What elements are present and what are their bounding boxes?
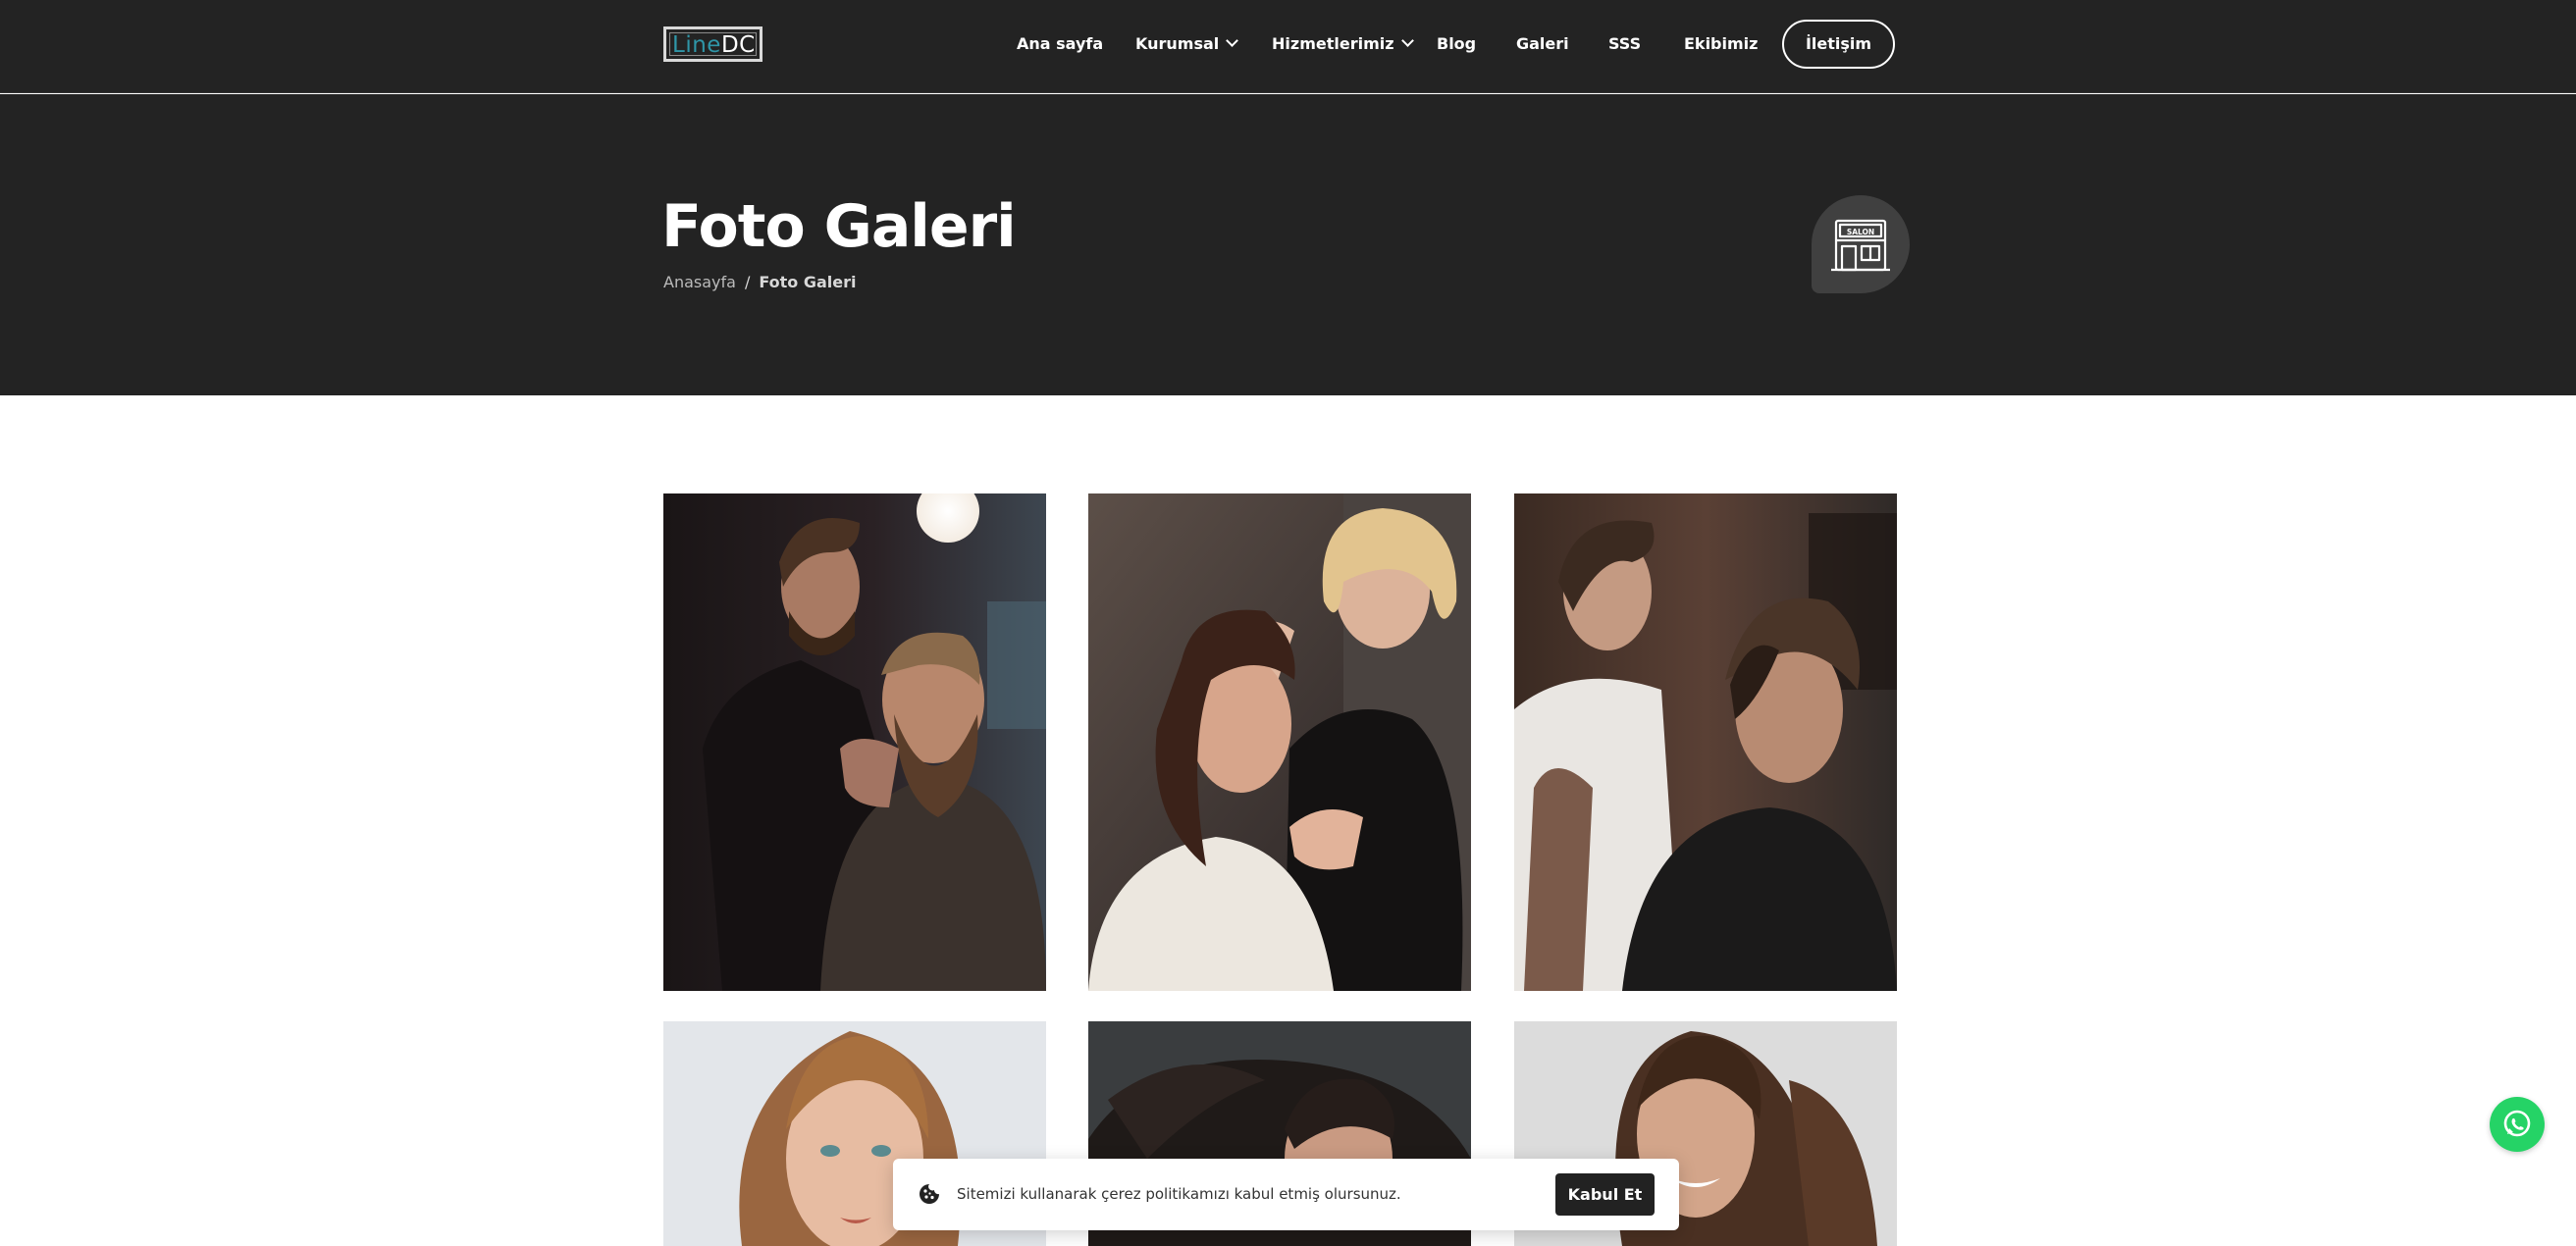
nav-item-blog[interactable]: Blog bbox=[1437, 22, 1476, 67]
salon-storefront-icon: SALON bbox=[1831, 219, 1890, 272]
nav-item-home[interactable]: Ana sayfa bbox=[1017, 22, 1103, 67]
breadcrumb-separator: / bbox=[744, 273, 751, 291]
nav-item-hizmetlerimiz[interactable]: Hizmetlerimiz bbox=[1272, 22, 1414, 67]
logo-wordmark: LineDC bbox=[672, 32, 756, 58]
breadcrumb-current: Foto Galeri bbox=[759, 273, 857, 291]
page-hero: Foto Galeri Anasayfa / Foto Galeri SALON bbox=[0, 94, 2576, 395]
nav-item-kurumsal[interactable]: Kurumsal bbox=[1135, 22, 1239, 67]
gallery-photo-barber-beard[interactable] bbox=[663, 493, 1046, 991]
nav-item-ekibimiz[interactable]: Ekibimiz bbox=[1684, 22, 1758, 67]
chevron-down-icon bbox=[1226, 34, 1239, 47]
svg-text:SALON: SALON bbox=[1847, 228, 1874, 236]
whatsapp-button[interactable] bbox=[2490, 1097, 2545, 1152]
salon-badge: SALON bbox=[1812, 195, 1910, 293]
nav-item-galeri[interactable]: Galeri bbox=[1516, 22, 1569, 67]
whatsapp-icon bbox=[2503, 1110, 2531, 1137]
page-title: Foto Galeri bbox=[661, 192, 1017, 261]
site-header: LineDC Ana sayfa Kurumsal Hizmetlerimiz … bbox=[0, 0, 2576, 93]
accept-cookies-button[interactable]: Kabul Et bbox=[1555, 1173, 1655, 1216]
breadcrumb: Anasayfa / Foto Galeri bbox=[663, 273, 856, 292]
chevron-down-icon bbox=[1400, 34, 1414, 47]
cookie-banner: Sitemizi kullanarak çerez politikamızı k… bbox=[893, 1159, 1679, 1230]
brand-logo[interactable]: LineDC bbox=[663, 26, 762, 62]
gallery-photo-blonde-stylist[interactable] bbox=[1088, 493, 1471, 991]
contact-button[interactable]: İletişim bbox=[1782, 20, 1895, 69]
cookie-icon bbox=[920, 1184, 939, 1204]
nav-item-sss[interactable]: SSS bbox=[1608, 22, 1641, 67]
cookie-message: Sitemizi kullanarak çerez politikamızı k… bbox=[957, 1185, 1401, 1203]
breadcrumb-home-link[interactable]: Anasayfa bbox=[663, 273, 736, 291]
gallery-photo-tattooed-barber[interactable] bbox=[1514, 493, 1897, 991]
